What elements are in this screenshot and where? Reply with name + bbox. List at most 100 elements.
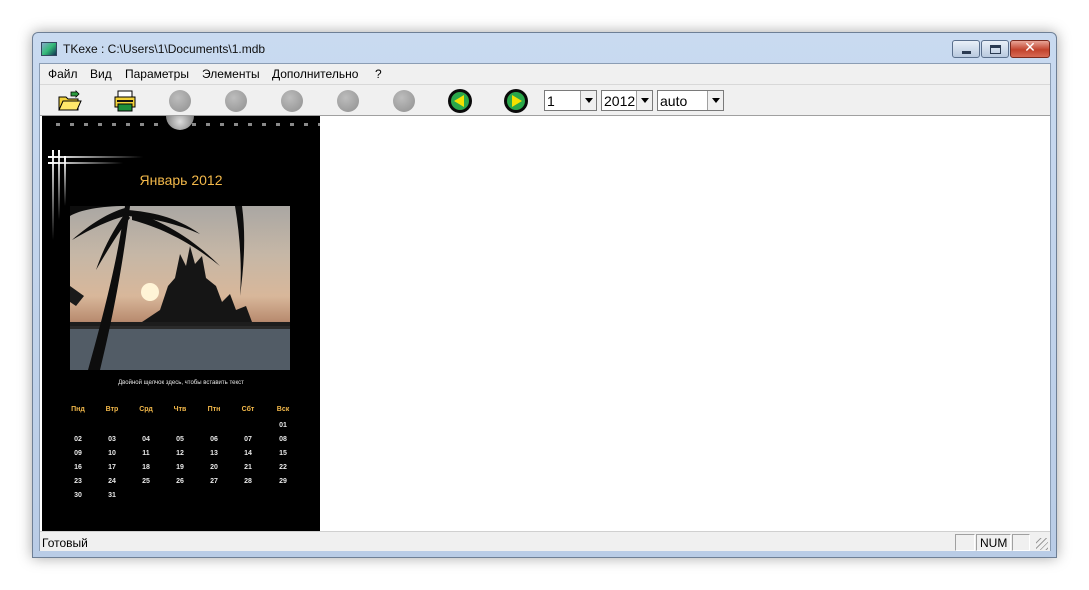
layout-select[interactable]: auto [657, 90, 724, 111]
maximize-icon [990, 45, 1001, 54]
chevron-down-icon[interactable] [636, 91, 652, 110]
date-cell[interactable]: 25 [129, 478, 163, 485]
decor-line [48, 156, 143, 158]
date-cell[interactable]: 13 [197, 450, 231, 457]
close-button[interactable]: ✕ [1010, 40, 1050, 58]
weekday-label: Сбт [241, 406, 255, 413]
binding-hole [276, 123, 280, 126]
weekday-label: Чтв [173, 406, 187, 413]
disabled-tool-4[interactable] [335, 89, 361, 113]
date-cell[interactable]: 09 [61, 450, 95, 457]
date-cell[interactable]: 29 [266, 478, 300, 485]
year-value: 2012 [604, 93, 636, 109]
binding-hole [126, 123, 130, 126]
binding-hole [234, 123, 238, 126]
date-cell[interactable]: 26 [163, 478, 197, 485]
app-window: TKexe : C:\Users\1\Documents\1.mdb ✕ Фай… [32, 32, 1057, 558]
minimize-button[interactable] [952, 40, 980, 58]
calendar-page[interactable]: Январь 2012 Двойной щелчок здесь, чтобы … [42, 116, 320, 531]
binding-hole [248, 123, 252, 126]
date-cell[interactable]: 28 [231, 478, 265, 485]
calendar-title: Январь 2012 [139, 172, 223, 188]
date-cell[interactable]: 16 [61, 464, 95, 471]
status-bar: Готовый NUM [40, 531, 1050, 551]
binding-hole [290, 123, 294, 126]
date-cell[interactable]: 05 [163, 436, 197, 443]
calendar-photo[interactable] [70, 206, 290, 370]
menu-file[interactable]: Файл [48, 67, 78, 81]
date-cell[interactable]: 11 [129, 450, 163, 457]
date-cell[interactable]: 03 [95, 436, 129, 443]
date-cell[interactable]: 17 [95, 464, 129, 471]
date-cell[interactable]: 04 [129, 436, 163, 443]
open-button[interactable] [56, 89, 82, 113]
disabled-icon [393, 90, 415, 112]
title-bar[interactable]: TKexe : C:\Users\1\Documents\1.mdb ✕ [33, 33, 1056, 63]
disabled-tool-1[interactable] [167, 89, 193, 113]
date-cell[interactable]: 27 [197, 478, 231, 485]
binding-hole [84, 123, 88, 126]
chevron-down-icon[interactable] [580, 91, 596, 110]
menu-help[interactable]: ? [375, 67, 382, 81]
date-cell[interactable]: 19 [163, 464, 197, 471]
document-workspace[interactable]: Январь 2012 Двойной щелчок здесь, чтобы … [40, 116, 1050, 531]
binding-hole [192, 123, 196, 126]
disabled-icon [225, 90, 247, 112]
print-icon [114, 90, 136, 112]
prev-month-button[interactable] [447, 89, 473, 113]
menu-view[interactable]: Вид [90, 67, 112, 81]
weekday-label: Срд [139, 406, 153, 413]
menu-bar: Файл Вид Параметры Элементы Дополнительн… [40, 64, 1050, 84]
close-icon: ✕ [1024, 40, 1036, 56]
date-cell[interactable]: 08 [266, 436, 300, 443]
date-cell[interactable]: 07 [231, 436, 265, 443]
window-title: TKexe : C:\Users\1\Documents\1.mdb [63, 42, 266, 56]
layout-value: auto [660, 93, 688, 109]
date-cell[interactable]: 24 [95, 478, 129, 485]
photo-caption[interactable]: Двойной щелчок здесь, чтобы вставить тек… [42, 380, 320, 386]
chevron-down-icon[interactable] [707, 91, 723, 110]
month-select[interactable]: 1 [544, 90, 597, 111]
menu-elements[interactable]: Элементы [202, 67, 260, 81]
next-month-button[interactable] [503, 89, 529, 113]
print-button[interactable] [112, 89, 138, 113]
menu-parameters[interactable]: Параметры [125, 67, 189, 81]
status-pane-scroll [1012, 534, 1030, 551]
binding-hole [318, 123, 320, 126]
maximize-button[interactable] [981, 40, 1009, 58]
date-cell[interactable]: 02 [61, 436, 95, 443]
binding-hole [70, 123, 74, 126]
date-cell[interactable]: 06 [197, 436, 231, 443]
disabled-tool-5[interactable] [391, 89, 417, 113]
date-cell[interactable]: 23 [61, 478, 95, 485]
resize-grip[interactable] [1036, 538, 1048, 550]
date-cell[interactable]: 22 [266, 464, 300, 471]
disabled-icon [169, 90, 191, 112]
binding-hole [112, 123, 116, 126]
binding-hole [98, 123, 102, 126]
binding-hole [140, 123, 144, 126]
date-cell[interactable]: 31 [95, 492, 129, 499]
binding-hole [262, 123, 266, 126]
disabled-tool-3[interactable] [279, 89, 305, 113]
binding-hole [220, 123, 224, 126]
date-cell[interactable]: 10 [95, 450, 129, 457]
year-select[interactable]: 2012 [601, 90, 653, 111]
date-cell[interactable]: 30 [61, 492, 95, 499]
date-cell[interactable]: 21 [231, 464, 265, 471]
date-cell[interactable]: 12 [163, 450, 197, 457]
calendar-app-icon[interactable] [41, 42, 57, 56]
weekday-label: Втр [105, 406, 119, 413]
date-cell[interactable]: 01 [266, 422, 300, 429]
binding-hole [154, 123, 158, 126]
disabled-tool-2[interactable] [223, 89, 249, 113]
date-cell[interactable]: 15 [266, 450, 300, 457]
date-cell[interactable]: 18 [129, 464, 163, 471]
open-folder-icon [58, 90, 82, 111]
binding-ring [166, 116, 194, 130]
date-cell[interactable]: 20 [197, 464, 231, 471]
sunset-temple-image [70, 206, 290, 370]
menu-advanced[interactable]: Дополнительно [272, 67, 358, 81]
date-cell[interactable]: 14 [231, 450, 265, 457]
weekday-label: Вск [276, 406, 290, 413]
